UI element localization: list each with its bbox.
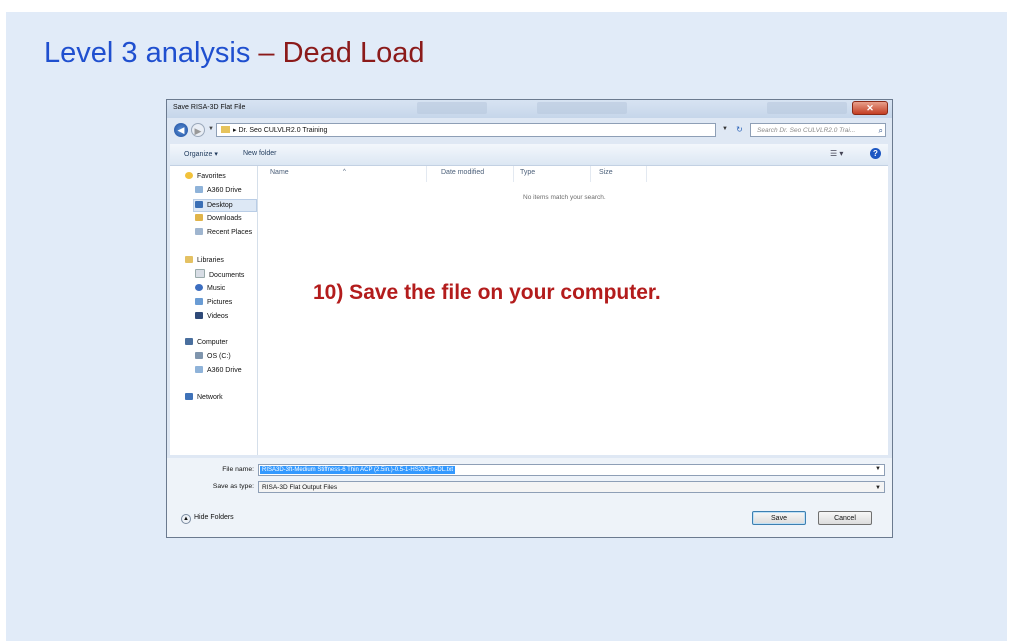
- recent-places-icon: [195, 228, 203, 235]
- title-part1: Level 3 analysis: [44, 37, 251, 69]
- nav-libraries[interactable]: Libraries: [185, 255, 224, 266]
- network-icon: [185, 393, 193, 400]
- background-window-ghost: [767, 102, 847, 114]
- videos-icon: [195, 312, 203, 319]
- nav-computer[interactable]: Computer: [185, 337, 228, 348]
- column-divider[interactable]: [646, 166, 647, 182]
- forward-arrow-icon[interactable]: ▶: [191, 123, 205, 137]
- computer-icon: [185, 338, 193, 345]
- organize-menu[interactable]: Organize ▾: [184, 150, 218, 158]
- column-divider[interactable]: [426, 166, 427, 182]
- nav-favorites[interactable]: Favorites: [185, 171, 226, 182]
- address-path[interactable]: Dr. Seo CULVLR2.0 Training: [238, 127, 327, 134]
- save-options-panel: File name: RISA3D-3ft-Medium Stiffness-6…: [167, 458, 892, 537]
- command-toolbar: Organize ▾ New folder ☰ ▾ ?: [170, 144, 888, 166]
- nav-item-a360-drive-computer[interactable]: A360 Drive: [195, 365, 242, 376]
- close-button[interactable]: ✕: [852, 101, 888, 115]
- save-type-select[interactable]: RISA-3D Flat Output Files ▼: [258, 481, 885, 493]
- nav-item-downloads[interactable]: Downloads: [195, 213, 242, 224]
- nav-item-documents[interactable]: Documents: [195, 269, 244, 280]
- view-options-icon[interactable]: ☰ ▾: [830, 149, 843, 158]
- background-window-ghost: [417, 102, 487, 114]
- documents-icon: [195, 269, 205, 278]
- nav-network[interactable]: Network: [185, 392, 223, 403]
- desktop-icon: [195, 201, 203, 208]
- title-separator: –: [250, 37, 283, 69]
- new-folder-button[interactable]: New folder: [243, 150, 276, 157]
- nav-item-recent-places[interactable]: Recent Places: [195, 227, 252, 238]
- background-window-ghost: [537, 102, 627, 114]
- hard-drive-icon: [195, 352, 203, 359]
- column-divider[interactable]: [590, 166, 591, 182]
- dialog-title: Save RISA-3D Flat File: [173, 104, 246, 111]
- save-file-dialog: Save RISA-3D Flat File ✕ ◀ ▶ ▼ ▸ Dr. Seo…: [166, 99, 893, 538]
- search-input[interactable]: Search Dr. Seo CULVLR2.0 Trai... ⌕: [750, 123, 886, 137]
- address-bar[interactable]: ▸ Dr. Seo CULVLR2.0 Training: [216, 123, 716, 137]
- nav-item-desktop[interactable]: Desktop: [193, 199, 257, 212]
- column-header-type[interactable]: Type: [520, 169, 535, 176]
- music-icon: [195, 284, 203, 291]
- column-header-name[interactable]: Name: [270, 169, 289, 176]
- folder-icon: [221, 126, 230, 133]
- save-button[interactable]: Save: [752, 511, 806, 525]
- address-row: ◀ ▶ ▼ ▸ Dr. Seo CULVLR2.0 Training ▼ ↻ S…: [167, 120, 892, 142]
- title-part2: Dead Load: [282, 37, 425, 69]
- hide-folders-toggle[interactable]: ▲ Hide Folders: [181, 514, 234, 524]
- search-icon[interactable]: ⌕: [879, 124, 883, 136]
- star-icon: [185, 172, 193, 179]
- file-name-input[interactable]: RISA3D-3ft-Medium Stiffness-6 Thin ACP (…: [258, 464, 885, 476]
- save-type-value: RISA-3D Flat Output Files: [262, 484, 338, 491]
- instruction-annotation: 10) Save the file on your computer.: [313, 281, 661, 304]
- column-header-size[interactable]: Size: [599, 169, 613, 176]
- file-list: Name ^ Date modified Type Size No items …: [258, 166, 888, 455]
- cloud-drive-icon: [195, 366, 203, 373]
- nav-item-videos[interactable]: Videos: [195, 311, 228, 322]
- nav-item-os-c[interactable]: OS (C:): [195, 351, 231, 362]
- column-divider[interactable]: [513, 166, 514, 182]
- nav-item-pictures[interactable]: Pictures: [195, 297, 232, 308]
- navigation-pane: Favorites A360 Drive Desktop Downloads R…: [170, 166, 258, 455]
- dialog-titlebar: Save RISA-3D Flat File ✕: [167, 100, 892, 118]
- nav-item-a360-drive[interactable]: A360 Drive: [195, 185, 242, 196]
- nav-item-music[interactable]: Music: [195, 283, 225, 294]
- file-name-dropdown-icon[interactable]: ▼: [875, 466, 881, 472]
- file-name-label: File name:: [222, 466, 254, 473]
- history-dropdown-icon[interactable]: ▼: [208, 126, 214, 132]
- cancel-button[interactable]: Cancel: [818, 511, 872, 525]
- cloud-drive-icon: [195, 186, 203, 193]
- save-type-label: Save as type:: [212, 483, 254, 490]
- collapse-chevron-icon: ▲: [181, 514, 191, 524]
- sort-indicator-icon: ^: [343, 169, 346, 175]
- help-icon[interactable]: ?: [870, 148, 881, 159]
- address-dropdown-icon[interactable]: ▼: [722, 126, 728, 132]
- back-arrow-icon[interactable]: ◀: [174, 123, 188, 137]
- pictures-icon: [195, 298, 203, 305]
- libraries-icon: [185, 256, 193, 263]
- empty-list-message: No items match your search.: [523, 194, 606, 201]
- slide-title: Level 3 analysis – Dead Load: [44, 37, 425, 70]
- column-header-date-modified[interactable]: Date modified: [441, 169, 484, 176]
- file-name-value[interactable]: RISA3D-3ft-Medium Stiffness-6 Thin ACP (…: [260, 466, 456, 474]
- refresh-icon[interactable]: ↻: [733, 123, 746, 137]
- downloads-folder-icon: [195, 214, 203, 221]
- save-type-dropdown-icon[interactable]: ▼: [875, 483, 881, 494]
- search-placeholder: Search Dr. Seo CULVLR2.0 Trai...: [757, 127, 856, 134]
